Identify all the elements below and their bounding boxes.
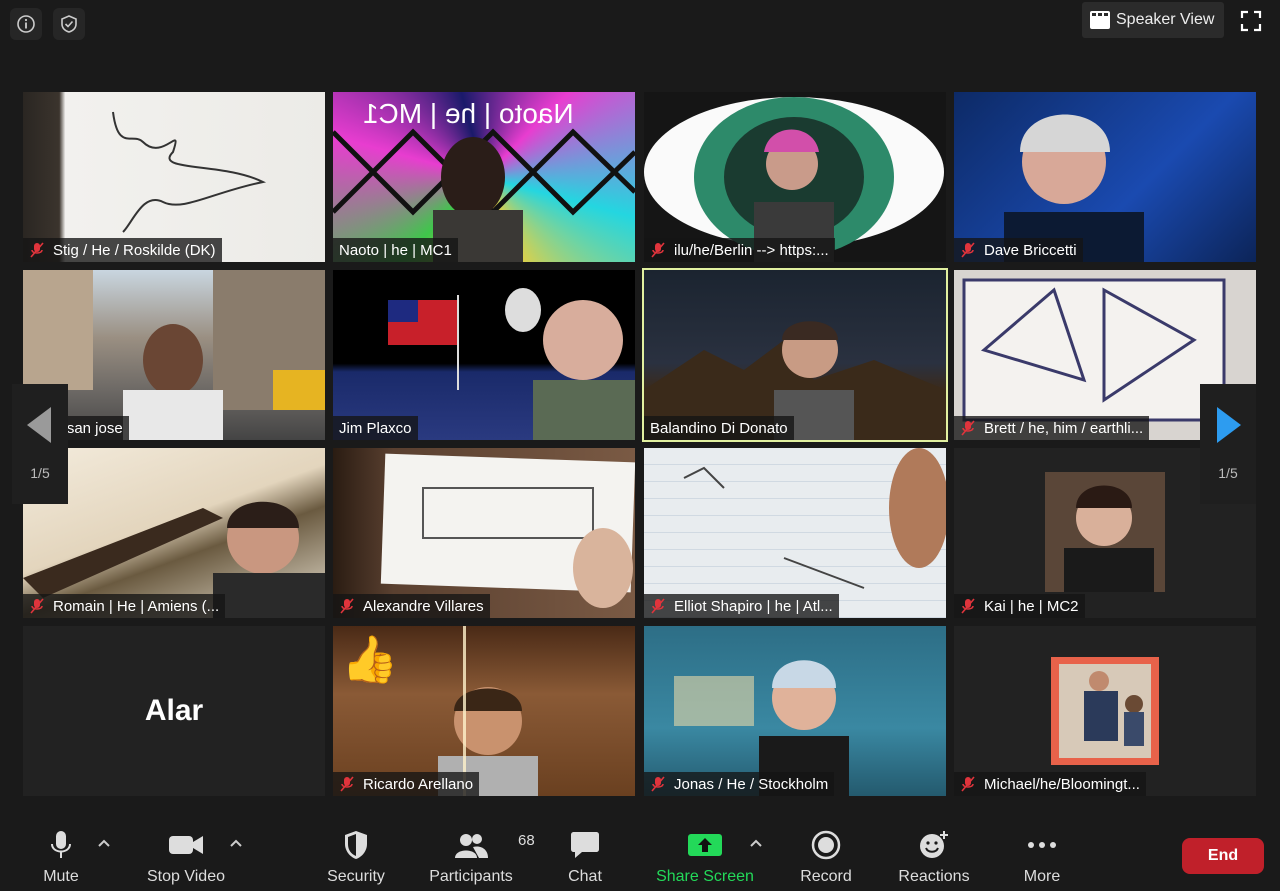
chat-button[interactable]: Chat xyxy=(560,828,610,888)
participant-tile[interactable]: Dave Briccetti xyxy=(954,92,1256,262)
next-page-button[interactable]: 1/5 xyxy=(1200,384,1256,504)
thumbs-up-reaction-icon: 👍 xyxy=(341,633,399,685)
end-meeting-button[interactable]: End xyxy=(1182,838,1264,874)
muted-mic-icon xyxy=(961,420,975,436)
speaker-view-icon xyxy=(1090,11,1110,29)
participant-tile-active-speaker[interactable]: Balandino Di Donato xyxy=(642,268,948,442)
participants-button[interactable]: 68 Participants xyxy=(424,828,534,888)
muted-mic-icon xyxy=(651,598,665,614)
info-icon[interactable] xyxy=(10,8,42,40)
muted-mic-icon xyxy=(651,776,665,792)
participant-name: Ricardo Arellano xyxy=(363,775,474,793)
reactions-button[interactable]: Reactions xyxy=(894,828,974,888)
participant-name: Naoto | he | MC1 xyxy=(339,241,452,259)
muted-mic-icon xyxy=(651,242,665,258)
participant-tile[interactable]: Elliot Shapiro | he | Atl... xyxy=(644,448,946,618)
participants-count: 68 xyxy=(518,832,535,849)
participant-tile[interactable]: er|he|san jose xyxy=(23,270,325,440)
participant-tile[interactable]: ilu/he/Berlin --> https:... xyxy=(644,92,946,262)
muted-mic-icon xyxy=(961,242,975,258)
chat-label: Chat xyxy=(568,868,602,885)
participant-name: Romain | He | Amiens (... xyxy=(53,597,220,615)
participant-tile[interactable]: Stig / He / Roskilde (DK) xyxy=(23,92,325,262)
shield-icon xyxy=(345,831,367,859)
speaker-view-label: Speaker View xyxy=(1116,11,1215,28)
participant-name: Alexandre Villares xyxy=(363,597,484,615)
participant-tile[interactable]: Naoto | he | MC1 Naoto | he | MC1 xyxy=(333,92,635,262)
share-screen-arrow-icon xyxy=(688,834,722,856)
avatar-name-text: Alar xyxy=(144,694,204,727)
more-button[interactable]: More xyxy=(1014,828,1070,888)
mirrored-name-overlay: Naoto | he | MC1 xyxy=(363,98,574,129)
page-indicator: 1/5 xyxy=(30,465,50,481)
mute-label: Mute xyxy=(43,868,79,885)
participant-tile[interactable]: 👍 Ricardo Arellano xyxy=(333,626,635,796)
participant-tile[interactable]: Michael/he/Bloomingt... xyxy=(954,626,1256,796)
participant-name: Elliot Shapiro | he | Atl... xyxy=(674,597,833,615)
audio-options-chevron-icon[interactable] xyxy=(97,837,111,851)
stop-video-label: Stop Video xyxy=(147,868,225,885)
record-label: Record xyxy=(800,868,852,885)
muted-mic-icon xyxy=(340,598,354,614)
participant-tile[interactable]: Jim Plaxco xyxy=(333,270,635,440)
record-button[interactable]: Record xyxy=(796,828,856,888)
muted-mic-icon xyxy=(30,598,44,614)
security-label: Security xyxy=(327,868,385,885)
participant-name: ilu/he/Berlin --> https:... xyxy=(674,241,829,259)
chat-bubble-icon xyxy=(571,832,599,858)
video-options-chevron-icon[interactable] xyxy=(229,837,243,851)
participant-name: Kai | he | MC2 xyxy=(984,597,1079,615)
participants-label: Participants xyxy=(429,868,513,885)
page-indicator: 1/5 xyxy=(1218,465,1238,481)
muted-mic-icon xyxy=(30,242,44,258)
arrow-left-icon xyxy=(27,407,51,443)
video-grid: Stig / He / Roskilde (DK) Naoto | he | M… xyxy=(0,90,1280,800)
participants-icon xyxy=(455,834,488,858)
video-camera-icon xyxy=(169,836,203,854)
participant-tile[interactable]: Alar xyxy=(23,626,325,796)
muted-mic-icon xyxy=(340,776,354,792)
participant-name: Stig / He / Roskilde (DK) xyxy=(53,241,216,259)
more-label: More xyxy=(1023,868,1061,885)
participant-name: Brett / he, him / earthli... xyxy=(984,419,1144,437)
previous-page-button[interactable]: 1/5 xyxy=(12,384,68,504)
reactions-label: Reactions xyxy=(898,868,970,885)
participant-name: Balandino Di Donato xyxy=(650,419,788,437)
record-icon xyxy=(811,830,841,860)
top-bar: Speaker View xyxy=(0,0,1280,48)
mute-button[interactable]: Mute xyxy=(36,828,86,888)
security-shield-icon[interactable] xyxy=(53,8,85,40)
speaker-view-button[interactable]: Speaker View xyxy=(1082,2,1224,38)
participant-name: Michael/he/Bloomingt... xyxy=(984,775,1140,793)
more-dots-icon xyxy=(1028,842,1056,848)
emoji-smiley-icon xyxy=(920,831,948,858)
arrow-right-icon xyxy=(1217,407,1241,443)
share-screen-label: Share Screen xyxy=(656,868,754,885)
participant-name: Dave Briccetti xyxy=(984,241,1077,259)
participant-tile[interactable]: Romain | He | Amiens (... xyxy=(23,448,325,618)
participant-name: Jim Plaxco xyxy=(339,419,412,437)
security-button[interactable]: Security xyxy=(318,828,394,888)
stop-video-button[interactable]: Stop Video xyxy=(140,828,232,888)
share-screen-button[interactable]: Share Screen xyxy=(652,828,758,888)
participant-name: Jonas / He / Stockholm xyxy=(674,775,829,793)
participant-tile[interactable]: Jonas / He / Stockholm xyxy=(644,626,946,796)
muted-mic-icon xyxy=(961,776,975,792)
microphone-icon xyxy=(51,831,71,858)
fullscreen-icon[interactable] xyxy=(1240,10,1262,32)
participant-tile[interactable]: Alexandre Villares xyxy=(333,448,635,618)
muted-mic-icon xyxy=(961,598,975,614)
share-options-chevron-icon[interactable] xyxy=(749,837,763,851)
